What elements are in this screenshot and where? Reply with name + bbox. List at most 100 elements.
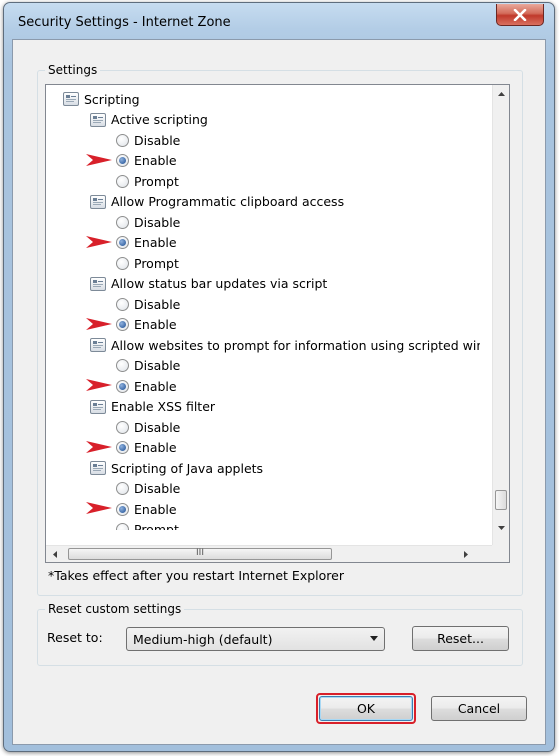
row-label: Scripting: [84, 91, 140, 107]
scroll-down-button[interactable]: [493, 519, 509, 536]
radio-option[interactable]: Enable: [116, 499, 177, 519]
horizontal-scroll-thumb[interactable]: III: [68, 548, 332, 560]
row-label: Prompt: [134, 255, 179, 271]
setting-script-icon: [90, 112, 106, 127]
radio-button[interactable]: [116, 256, 129, 270]
row-label: Disable: [134, 419, 181, 435]
radio-button[interactable]: [116, 297, 129, 311]
restart-note: *Takes effect after you restart Internet…: [48, 568, 344, 583]
vertical-scrollbar[interactable]: [492, 85, 509, 547]
row-label: Disable: [134, 358, 181, 373]
scroll-up-button[interactable]: [493, 85, 509, 102]
row-label: Prompt: [134, 173, 179, 189]
radio-button[interactable]: [116, 215, 129, 229]
row-label: Allow Programmatic clipboard access: [111, 194, 345, 209]
reset-level-dropdown[interactable]: Medium-high (default): [126, 627, 385, 651]
radio-button[interactable]: [116, 523, 129, 530]
radio-option[interactable]: Disable: [116, 294, 180, 314]
setting-item: Scripting: [63, 89, 140, 109]
radio-option[interactable]: Enable: [116, 376, 177, 396]
setting-item: Active scripting: [90, 110, 208, 130]
row-label: Active scripting: [111, 112, 208, 127]
chevron-down-icon: [370, 636, 378, 641]
settings-group-caption: Settings: [45, 63, 101, 77]
radio-button-selected[interactable]: [116, 318, 129, 331]
row-label: Allow websites to prompt for information…: [111, 337, 480, 353]
scroll-left-button[interactable]: [46, 546, 63, 562]
cancel-button[interactable]: Cancel: [431, 696, 527, 721]
ok-highlight-annotation: [316, 693, 416, 724]
radio-option[interactable]: Enable: [116, 151, 177, 171]
scroll-grip: III: [196, 548, 204, 558]
radio-option[interactable]: Disable: [116, 356, 180, 376]
setting-script-icon: [90, 338, 106, 352]
scrollbar-corner: [492, 545, 509, 562]
reset-button-label: Reset...: [437, 631, 484, 646]
red-arrow-annotation-icon: [86, 502, 112, 514]
settings-tree[interactable]: Scripting Active scripting Disable Enable Pr…: [45, 84, 510, 563]
radio-option[interactable]: Prompt: [116, 520, 179, 530]
scroll-down-arrow-icon: [498, 525, 505, 530]
radio-button-selected[interactable]: [116, 502, 129, 516]
row-label: Enable: [134, 440, 177, 455]
radio-button-selected[interactable]: [116, 379, 129, 393]
row-label: Enable: [134, 317, 177, 332]
setting-item: Allow status bar updates via script: [90, 274, 327, 294]
red-arrow-annotation-icon: [86, 440, 112, 453]
radio-option[interactable]: Prompt: [116, 171, 179, 191]
reset-level-value: Medium-high (default): [133, 631, 273, 647]
red-arrow-annotation-icon: [86, 379, 112, 391]
radio-dot: [119, 321, 126, 328]
scroll-up-arrow-icon: [498, 91, 505, 96]
radio-button[interactable]: [116, 174, 129, 188]
setting-item: Allow websites to prompt for information…: [90, 335, 480, 355]
radio-option[interactable]: Enable: [116, 315, 177, 335]
radio-button[interactable]: [116, 420, 129, 434]
radio-button[interactable]: [116, 359, 129, 372]
radio-dot: [119, 444, 126, 451]
radio-button-selected[interactable]: [116, 236, 129, 249]
red-arrow-annotation-icon: [86, 317, 112, 330]
radio-option[interactable]: Prompt: [116, 253, 179, 273]
radio-option[interactable]: Disable: [116, 130, 180, 150]
row-label: Disable: [134, 214, 181, 230]
reset-to-label: Reset to:: [47, 630, 103, 645]
setting-item: Enable XSS filter: [90, 397, 215, 417]
radio-option[interactable]: Disable: [116, 479, 180, 499]
setting-script-icon: [63, 92, 79, 106]
radio-option[interactable]: Enable: [116, 438, 177, 458]
scroll-left-arrow-icon: [52, 551, 57, 558]
scroll-right-arrow-icon: [463, 551, 468, 558]
radio-option[interactable]: Enable: [116, 233, 177, 253]
close-button[interactable]: [496, 4, 544, 26]
radio-dot: [119, 382, 126, 390]
red-arrow-annotation-icon: [86, 153, 112, 166]
reset-button[interactable]: Reset...: [412, 626, 509, 651]
radio-button[interactable]: [116, 482, 129, 495]
radio-button[interactable]: [116, 133, 129, 147]
radio-button-selected[interactable]: [116, 154, 129, 167]
horizontal-scrollbar[interactable]: III: [46, 545, 492, 562]
reset-group-caption: Reset custom settings: [45, 602, 185, 616]
row-label: Disable: [134, 481, 181, 496]
setting-script-icon: [90, 399, 106, 414]
row-label: Allow status bar updates via script: [111, 276, 328, 291]
radio-button-selected[interactable]: [116, 441, 129, 454]
vertical-scroll-thumb[interactable]: [495, 490, 507, 510]
radio-option[interactable]: Disable: [116, 212, 180, 232]
row-label: Scripting of Java applets: [111, 460, 264, 476]
window-title: Security Settings - Internet Zone: [18, 15, 231, 30]
scroll-right-button[interactable]: [457, 546, 474, 562]
close-icon: [513, 8, 527, 21]
radio-option[interactable]: Disable: [116, 417, 180, 437]
row-label: Enable XSS filter: [111, 399, 216, 414]
red-arrow-annotation-icon: [86, 235, 112, 248]
cancel-button-label: Cancel: [457, 701, 501, 716]
row-label: Disable: [134, 132, 181, 148]
setting-script-icon: [90, 194, 106, 209]
setting-script-icon: [90, 461, 106, 475]
setting-item: Scripting of Java applets: [90, 458, 263, 478]
row-label: Enable: [134, 235, 177, 250]
row-label: Enable: [134, 501, 177, 517]
radio-dot: [119, 505, 126, 513]
